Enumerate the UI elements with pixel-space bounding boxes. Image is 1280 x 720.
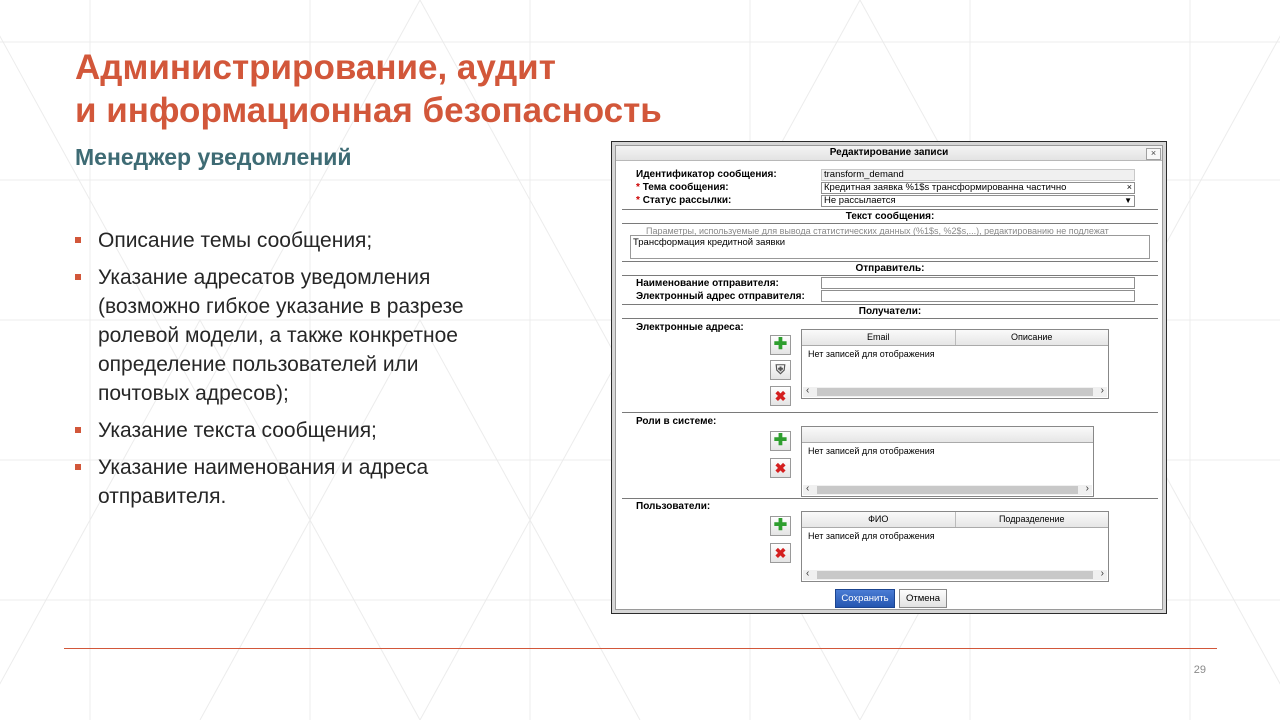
status-label-text: Статус рассылки: [642, 195, 732, 206]
delete-role-button[interactable]: ✖ [770, 458, 791, 478]
chevron-left-icon[interactable]: ‹ [806, 568, 809, 579]
message-id-label: Идентификатор сообщения: [636, 169, 777, 180]
column-header[interactable]: Email [802, 330, 956, 345]
message-text-title: Текст сообщения: [845, 211, 935, 222]
delete-icon: ✖ [774, 460, 787, 476]
emails-label: Электронные адреса: [636, 322, 744, 333]
required-mark: * [636, 195, 640, 206]
sender-email-label: Электронный адрес отправителя: [636, 291, 805, 302]
horizontal-scrollbar[interactable]: ‹ › [803, 483, 1092, 495]
section-divider [622, 209, 1158, 210]
dialog-title: Редактирование записи [616, 146, 1162, 161]
message-textarea[interactable]: Трансформация кредитной заявки [630, 235, 1150, 259]
emails-grid[interactable]: Email Описание Нет записей для отображен… [801, 329, 1109, 399]
status-select[interactable]: Не рассылается ▼ [821, 195, 1135, 207]
bullet-item: Указание наименования и адреса отправите… [75, 453, 495, 511]
scrollbar-thumb[interactable] [817, 388, 1093, 396]
empty-message: Нет записей для отображения [808, 349, 935, 359]
save-button[interactable]: Сохранить [835, 589, 895, 608]
horizontal-scrollbar[interactable]: ‹ › [803, 568, 1107, 580]
add-user-button[interactable]: ✚ [770, 516, 791, 536]
subject-label: * Тема сообщения: [636, 182, 729, 194]
bullet-item: Указание адресатов уведомления (возможно… [75, 263, 495, 408]
empty-message: Нет записей для отображения [808, 446, 935, 456]
footer-divider [64, 648, 1217, 649]
scrollbar-thumb[interactable] [817, 486, 1078, 494]
clear-icon[interactable]: × [1127, 183, 1132, 192]
delete-icon: ✖ [774, 545, 787, 561]
status-value: Не рассылается [824, 195, 896, 206]
bullet-item: Указание текста сообщения; [75, 416, 495, 445]
users-label: Пользователи: [636, 501, 711, 512]
grid-header [802, 427, 1093, 443]
section-divider [622, 223, 1158, 224]
delete-email-button[interactable]: ✖ [770, 386, 791, 406]
plus-icon: ✚ [773, 432, 788, 449]
column-header[interactable]: ФИО [802, 512, 956, 527]
scrollbar-thumb[interactable] [817, 571, 1093, 579]
section-divider [622, 275, 1158, 276]
edit-record-dialog: Редактирование записи × Идентификатор со… [615, 145, 1163, 610]
screenshot-frame: Редактирование записи × Идентификатор со… [611, 141, 1167, 614]
section-divider [622, 498, 1158, 499]
grid-header: Email Описание [802, 330, 1108, 346]
status-label: * Статус рассылки: [636, 195, 731, 207]
column-header[interactable]: Подразделение [956, 512, 1109, 527]
message-id-field: transform_demand [821, 169, 1135, 181]
chevron-left-icon[interactable]: ‹ [806, 483, 809, 494]
chevron-right-icon[interactable]: › [1101, 568, 1104, 579]
delete-icon: ✖ [774, 388, 787, 404]
slide-subtitle: Менеджер уведомлений [75, 144, 352, 170]
sender-name-label: Наименование отправителя: [636, 278, 779, 289]
plus-icon: ✚ [773, 336, 788, 353]
sender-email-input[interactable] [821, 290, 1135, 302]
chevron-right-icon[interactable]: › [1101, 385, 1104, 396]
horizontal-scrollbar[interactable]: ‹ › [803, 385, 1107, 397]
grid-header: ФИО Подразделение [802, 512, 1108, 528]
column-header[interactable]: Описание [956, 330, 1109, 345]
chevron-down-icon: ▼ [1124, 196, 1132, 205]
shield-icon: ⛨ [775, 362, 786, 377]
slide-title-line-1: Администрирование, аудит [75, 48, 556, 87]
roles-grid[interactable]: Нет записей для отображения ‹ › [801, 426, 1094, 497]
empty-message: Нет записей для отображения [808, 531, 935, 541]
column-header[interactable] [802, 427, 1093, 442]
slide-title-line-2: и информационная безопасность [75, 91, 662, 130]
users-grid[interactable]: ФИО Подразделение Нет записей для отобра… [801, 511, 1109, 582]
required-mark: * [636, 182, 640, 193]
add-role-button[interactable]: ✚ [770, 431, 791, 451]
delete-user-button[interactable]: ✖ [770, 543, 791, 563]
chevron-right-icon[interactable]: › [1086, 483, 1089, 494]
section-divider [622, 412, 1158, 413]
bullet-list: Описание темы сообщения; Указание адреса… [75, 226, 495, 519]
chevron-left-icon[interactable]: ‹ [806, 385, 809, 396]
shield-button[interactable]: ⛨ [770, 360, 791, 380]
close-icon: × [1150, 148, 1157, 158]
section-divider [622, 318, 1158, 319]
close-button[interactable]: × [1146, 148, 1161, 160]
plus-icon: ✚ [773, 517, 788, 534]
bullet-item: Описание темы сообщения; [75, 226, 495, 255]
sender-name-input[interactable] [821, 277, 1135, 289]
slide-title: Администрирование, аудит и информационна… [75, 46, 662, 132]
section-divider [622, 261, 1158, 262]
roles-label: Роли в системе: [636, 416, 717, 427]
section-divider [622, 304, 1158, 305]
cancel-button[interactable]: Отмена [899, 589, 947, 608]
subject-label-text: Тема сообщения: [642, 182, 729, 193]
page-number: 29 [1193, 664, 1206, 676]
subject-input[interactable]: Кредитная заявка %1$s трансформированна … [821, 182, 1135, 194]
add-email-button[interactable]: ✚ [770, 335, 791, 355]
recipients-title: Получатели: [858, 306, 922, 317]
subject-value: Кредитная заявка %1$s трансформированна … [824, 182, 1067, 193]
sender-title: Отправитель: [855, 263, 925, 274]
